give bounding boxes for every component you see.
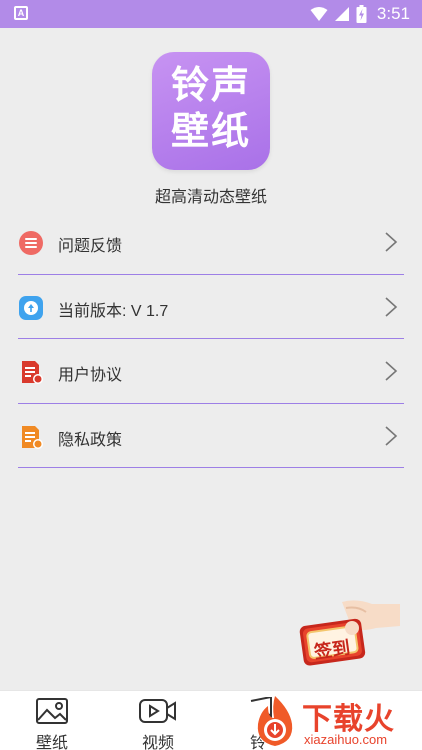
watermark-logo: 下载火 xiazaihuo.com (250, 694, 422, 750)
menu-label-feedback: 问题反馈 (58, 238, 123, 255)
menu-item-privacy-policy[interactable]: 隐私政策 (18, 404, 404, 468)
image-icon (36, 698, 68, 724)
check-in-button[interactable]: 签到 (296, 598, 404, 672)
privacy-icon (22, 425, 43, 449)
chevron-right-icon (385, 425, 398, 446)
app-subtitle: 超高清动态壁纸 (154, 189, 267, 206)
chevron-right-icon (385, 296, 398, 317)
agreement-icon (22, 361, 43, 384)
settings-menu: 问题反馈 当前版本: V 1.7 用户协议 隐私政策 (18, 210, 404, 468)
chevron-right-icon (385, 232, 398, 252)
menu-label-user-agreement: 用户协议 (58, 367, 123, 384)
chevron-right-icon (385, 361, 398, 381)
app-logo: 铃声 壁纸 (152, 52, 270, 170)
menu-label-version: 当前版本: V 1.7 (58, 302, 169, 320)
app-notification-icon: A (14, 6, 28, 20)
menu-item-version[interactable]: 当前版本: V 1.7 (18, 275, 404, 339)
watermark-url: xiazaihuo.com (304, 732, 388, 747)
status-icons: 3:51 (310, 4, 410, 24)
version-icon (19, 295, 43, 320)
check-in-label: 签到 (312, 637, 352, 663)
menu-item-feedback[interactable]: 问题反馈 (18, 210, 404, 275)
tab-video[interactable]: 视频 (128, 697, 188, 750)
wifi-icon (310, 7, 328, 21)
feedback-icon (19, 231, 43, 255)
flame-icon (257, 696, 293, 746)
check-in-hand-icon (299, 600, 400, 666)
logo-text-line1: 铃声 (170, 65, 251, 107)
tab-label-wallpaper: 壁纸 (35, 735, 68, 750)
menu-label-privacy-policy: 隐私政策 (58, 431, 123, 449)
signal-icon (334, 7, 349, 21)
tab-wallpaper[interactable]: 壁纸 (22, 697, 82, 750)
video-icon (139, 699, 176, 723)
status-time: 3:51 (376, 4, 410, 23)
battery-icon (356, 5, 367, 23)
tab-label-video: 视频 (141, 735, 174, 750)
menu-item-user-agreement[interactable]: 用户协议 (18, 339, 404, 404)
status-bar: A 3:51 (0, 0, 422, 28)
logo-text-line2: 壁纸 (170, 111, 251, 153)
